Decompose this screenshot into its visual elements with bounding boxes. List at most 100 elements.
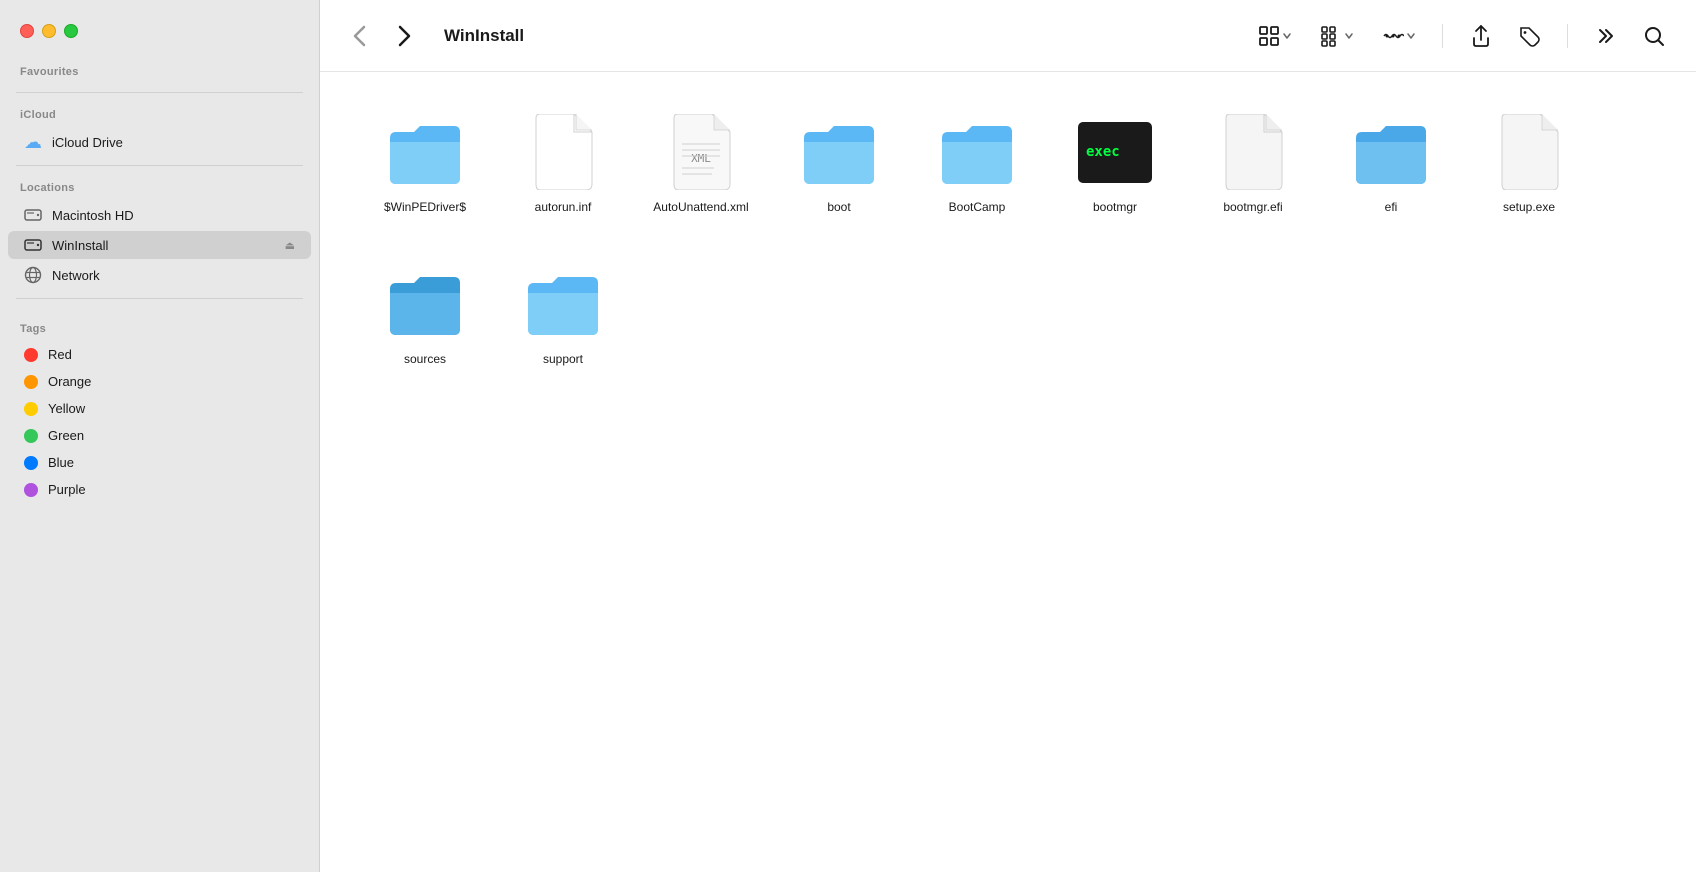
file-item-sources[interactable]: sources xyxy=(360,256,490,376)
tag-purple-dot xyxy=(24,483,38,497)
sidebar: Favourites iCloud ☁ iCloud Drive Locatio… xyxy=(0,0,320,872)
network-label: Network xyxy=(52,268,295,283)
file-item-autorun[interactable]: autorun.inf xyxy=(498,104,628,224)
tag-orange-dot xyxy=(24,375,38,389)
grid-icon xyxy=(1258,25,1280,47)
search-button[interactable] xyxy=(1636,18,1672,54)
file-item-bootcamp[interactable]: BootCamp xyxy=(912,104,1042,224)
more-actions-button[interactable] xyxy=(1588,18,1624,54)
window-controls xyxy=(0,16,319,58)
file-icon-bootmgr: exec xyxy=(1075,112,1155,192)
file-icon-support xyxy=(523,264,603,344)
file-icon-sources xyxy=(385,264,465,344)
file-name-setup: setup.exe xyxy=(1503,200,1555,216)
file-grid: $WinPEDriver$ autorun.inf xyxy=(360,104,1656,375)
tag-yellow-dot xyxy=(24,402,38,416)
share-icon xyxy=(1470,24,1492,48)
tag-purple-label: Purple xyxy=(48,482,295,497)
icloud-drive-icon: ☁ xyxy=(24,133,42,151)
search-icon xyxy=(1643,25,1665,47)
file-item-boot[interactable]: boot xyxy=(774,104,904,224)
tags-section-title: Tags xyxy=(0,315,319,341)
wininstall-icon xyxy=(24,236,42,254)
file-item-bootmgr-efi[interactable]: bootmgr.efi xyxy=(1188,104,1318,224)
macintosh-hd-label: Macintosh HD xyxy=(52,208,295,223)
eject-icon[interactable]: ⏏ xyxy=(285,239,295,252)
tag-blue-dot xyxy=(24,456,38,470)
view-chevron-icon xyxy=(1282,31,1292,41)
group-chevron-icon xyxy=(1344,31,1354,41)
toolbar-title: WinInstall xyxy=(444,26,524,46)
divider-1 xyxy=(16,92,303,93)
svg-text:exec: exec xyxy=(1086,144,1120,160)
forward-button[interactable] xyxy=(388,20,420,52)
file-name-bootmgr: bootmgr xyxy=(1093,200,1137,216)
minimize-button[interactable] xyxy=(42,24,56,38)
group-button[interactable] xyxy=(1314,21,1360,51)
file-item-autounattend[interactable]: XML AutoUnattend.xml xyxy=(636,104,766,224)
wininstall-label: WinInstall xyxy=(52,238,275,253)
file-icon-autounattend: XML xyxy=(661,112,741,192)
file-icon-winpedriver xyxy=(385,112,465,192)
sidebar-item-network[interactable]: Network xyxy=(8,261,311,289)
sidebar-item-macintosh-hd[interactable]: Macintosh HD xyxy=(8,201,311,229)
more-icon xyxy=(1382,25,1404,47)
file-icon-setup xyxy=(1489,112,1569,192)
main-content: WinInstall xyxy=(320,0,1696,872)
file-icon-autorun xyxy=(523,112,603,192)
sidebar-item-tag-orange[interactable]: Orange xyxy=(8,369,311,394)
sidebar-item-tag-red[interactable]: Red xyxy=(8,342,311,367)
sidebar-item-wininstall[interactable]: WinInstall ⏏ xyxy=(8,231,311,259)
file-grid-container: $WinPEDriver$ autorun.inf xyxy=(320,72,1696,872)
tag-red-dot xyxy=(24,348,38,362)
divider-3 xyxy=(16,298,303,299)
more-chevron-icon xyxy=(1406,31,1416,41)
tag-button[interactable] xyxy=(1511,18,1547,54)
file-name-autounattend: AutoUnattend.xml xyxy=(653,200,748,216)
tag-yellow-label: Yellow xyxy=(48,401,295,416)
sidebar-item-tag-green[interactable]: Green xyxy=(8,423,311,448)
file-name-sources: sources xyxy=(404,352,446,368)
sidebar-item-tag-yellow[interactable]: Yellow xyxy=(8,396,311,421)
file-item-setup[interactable]: setup.exe xyxy=(1464,104,1594,224)
share-button[interactable] xyxy=(1463,18,1499,54)
favourites-section-title: Favourites xyxy=(0,58,319,84)
sidebar-item-icloud-drive[interactable]: ☁ iCloud Drive xyxy=(8,128,311,156)
file-item-efi[interactable]: efi xyxy=(1326,104,1456,224)
tag-green-label: Green xyxy=(48,428,295,443)
view-mode-button[interactable] xyxy=(1252,21,1298,51)
maximize-button[interactable] xyxy=(64,24,78,38)
back-button[interactable] xyxy=(344,20,376,52)
icloud-drive-label: iCloud Drive xyxy=(52,135,295,150)
file-name-winpedriver: $WinPEDriver$ xyxy=(384,200,466,216)
macintosh-hd-icon xyxy=(24,206,42,224)
file-item-support[interactable]: support xyxy=(498,256,628,376)
close-button[interactable] xyxy=(20,24,34,38)
toolbar-divider-2 xyxy=(1567,24,1568,48)
group-icon xyxy=(1320,25,1342,47)
tag-icon xyxy=(1518,25,1540,47)
tag-red-label: Red xyxy=(48,347,295,362)
file-icon-boot xyxy=(799,112,879,192)
sidebar-item-tag-blue[interactable]: Blue xyxy=(8,450,311,475)
file-name-bootmgr-efi: bootmgr.efi xyxy=(1223,200,1282,216)
file-item-bootmgr[interactable]: exec bootmgr xyxy=(1050,104,1180,224)
locations-section-title: Locations xyxy=(0,174,319,200)
file-name-efi: efi xyxy=(1385,200,1398,216)
tag-orange-label: Orange xyxy=(48,374,295,389)
file-name-autorun: autorun.inf xyxy=(535,200,592,216)
more-options-button[interactable] xyxy=(1376,21,1422,51)
icloud-section-title: iCloud xyxy=(0,101,319,127)
file-name-boot: boot xyxy=(827,200,850,216)
chevrons-right-icon xyxy=(1595,25,1617,47)
toolbar-divider-1 xyxy=(1442,24,1443,48)
tag-blue-label: Blue xyxy=(48,455,295,470)
file-item-winpedriver[interactable]: $WinPEDriver$ xyxy=(360,104,490,224)
file-icon-efi xyxy=(1351,112,1431,192)
svg-text:XML: XML xyxy=(691,152,711,165)
file-name-bootcamp: BootCamp xyxy=(949,200,1006,216)
sidebar-item-tag-purple[interactable]: Purple xyxy=(8,477,311,502)
toolbar: WinInstall xyxy=(320,0,1696,72)
file-name-support: support xyxy=(543,352,583,368)
tag-green-dot xyxy=(24,429,38,443)
